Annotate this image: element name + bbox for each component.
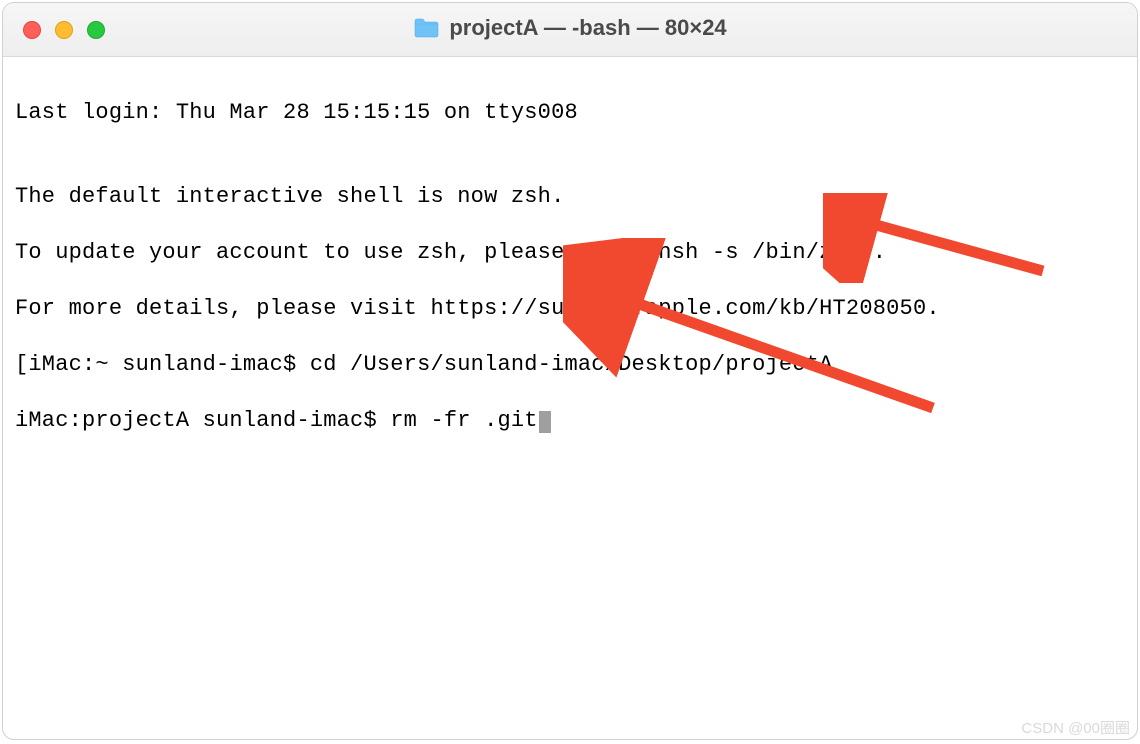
window-titlebar[interactable]: projectA — -bash — 80×24 (3, 3, 1137, 57)
cursor-icon (539, 411, 551, 433)
bracket-char: [ (15, 352, 28, 377)
window-title: projectA — -bash — 80×24 (413, 15, 726, 41)
terminal-window: projectA — -bash — 80×24 Last login: Thu… (2, 2, 1138, 740)
traffic-lights (3, 21, 105, 39)
terminal-text: iMac:projectA sunland-imac$ rm -fr .git (15, 408, 538, 433)
maximize-button[interactable] (87, 21, 105, 39)
minimize-button[interactable] (55, 21, 73, 39)
terminal-prompt-line[interactable]: iMac:projectA sunland-imac$ rm -fr .git (15, 407, 1125, 435)
close-button[interactable] (23, 21, 41, 39)
terminal-text: iMac:~ sunland-imac$ cd /Users/sunland-i… (28, 352, 832, 377)
watermark-text: CSDN @00圈圈 (1021, 717, 1130, 738)
terminal-line: The default interactive shell is now zsh… (15, 183, 1125, 211)
terminal-line: To update your account to use zsh, pleas… (15, 239, 1125, 267)
terminal-line: For more details, please visit https://s… (15, 295, 1125, 323)
window-title-text: projectA — -bash — 80×24 (449, 15, 726, 41)
terminal-line: Last login: Thu Mar 28 15:15:15 on ttys0… (15, 99, 1125, 127)
terminal-output[interactable]: Last login: Thu Mar 28 15:15:15 on ttys0… (3, 57, 1137, 505)
terminal-line: [iMac:~ sunland-imac$ cd /Users/sunland-… (15, 351, 1125, 379)
folder-icon (413, 17, 439, 39)
